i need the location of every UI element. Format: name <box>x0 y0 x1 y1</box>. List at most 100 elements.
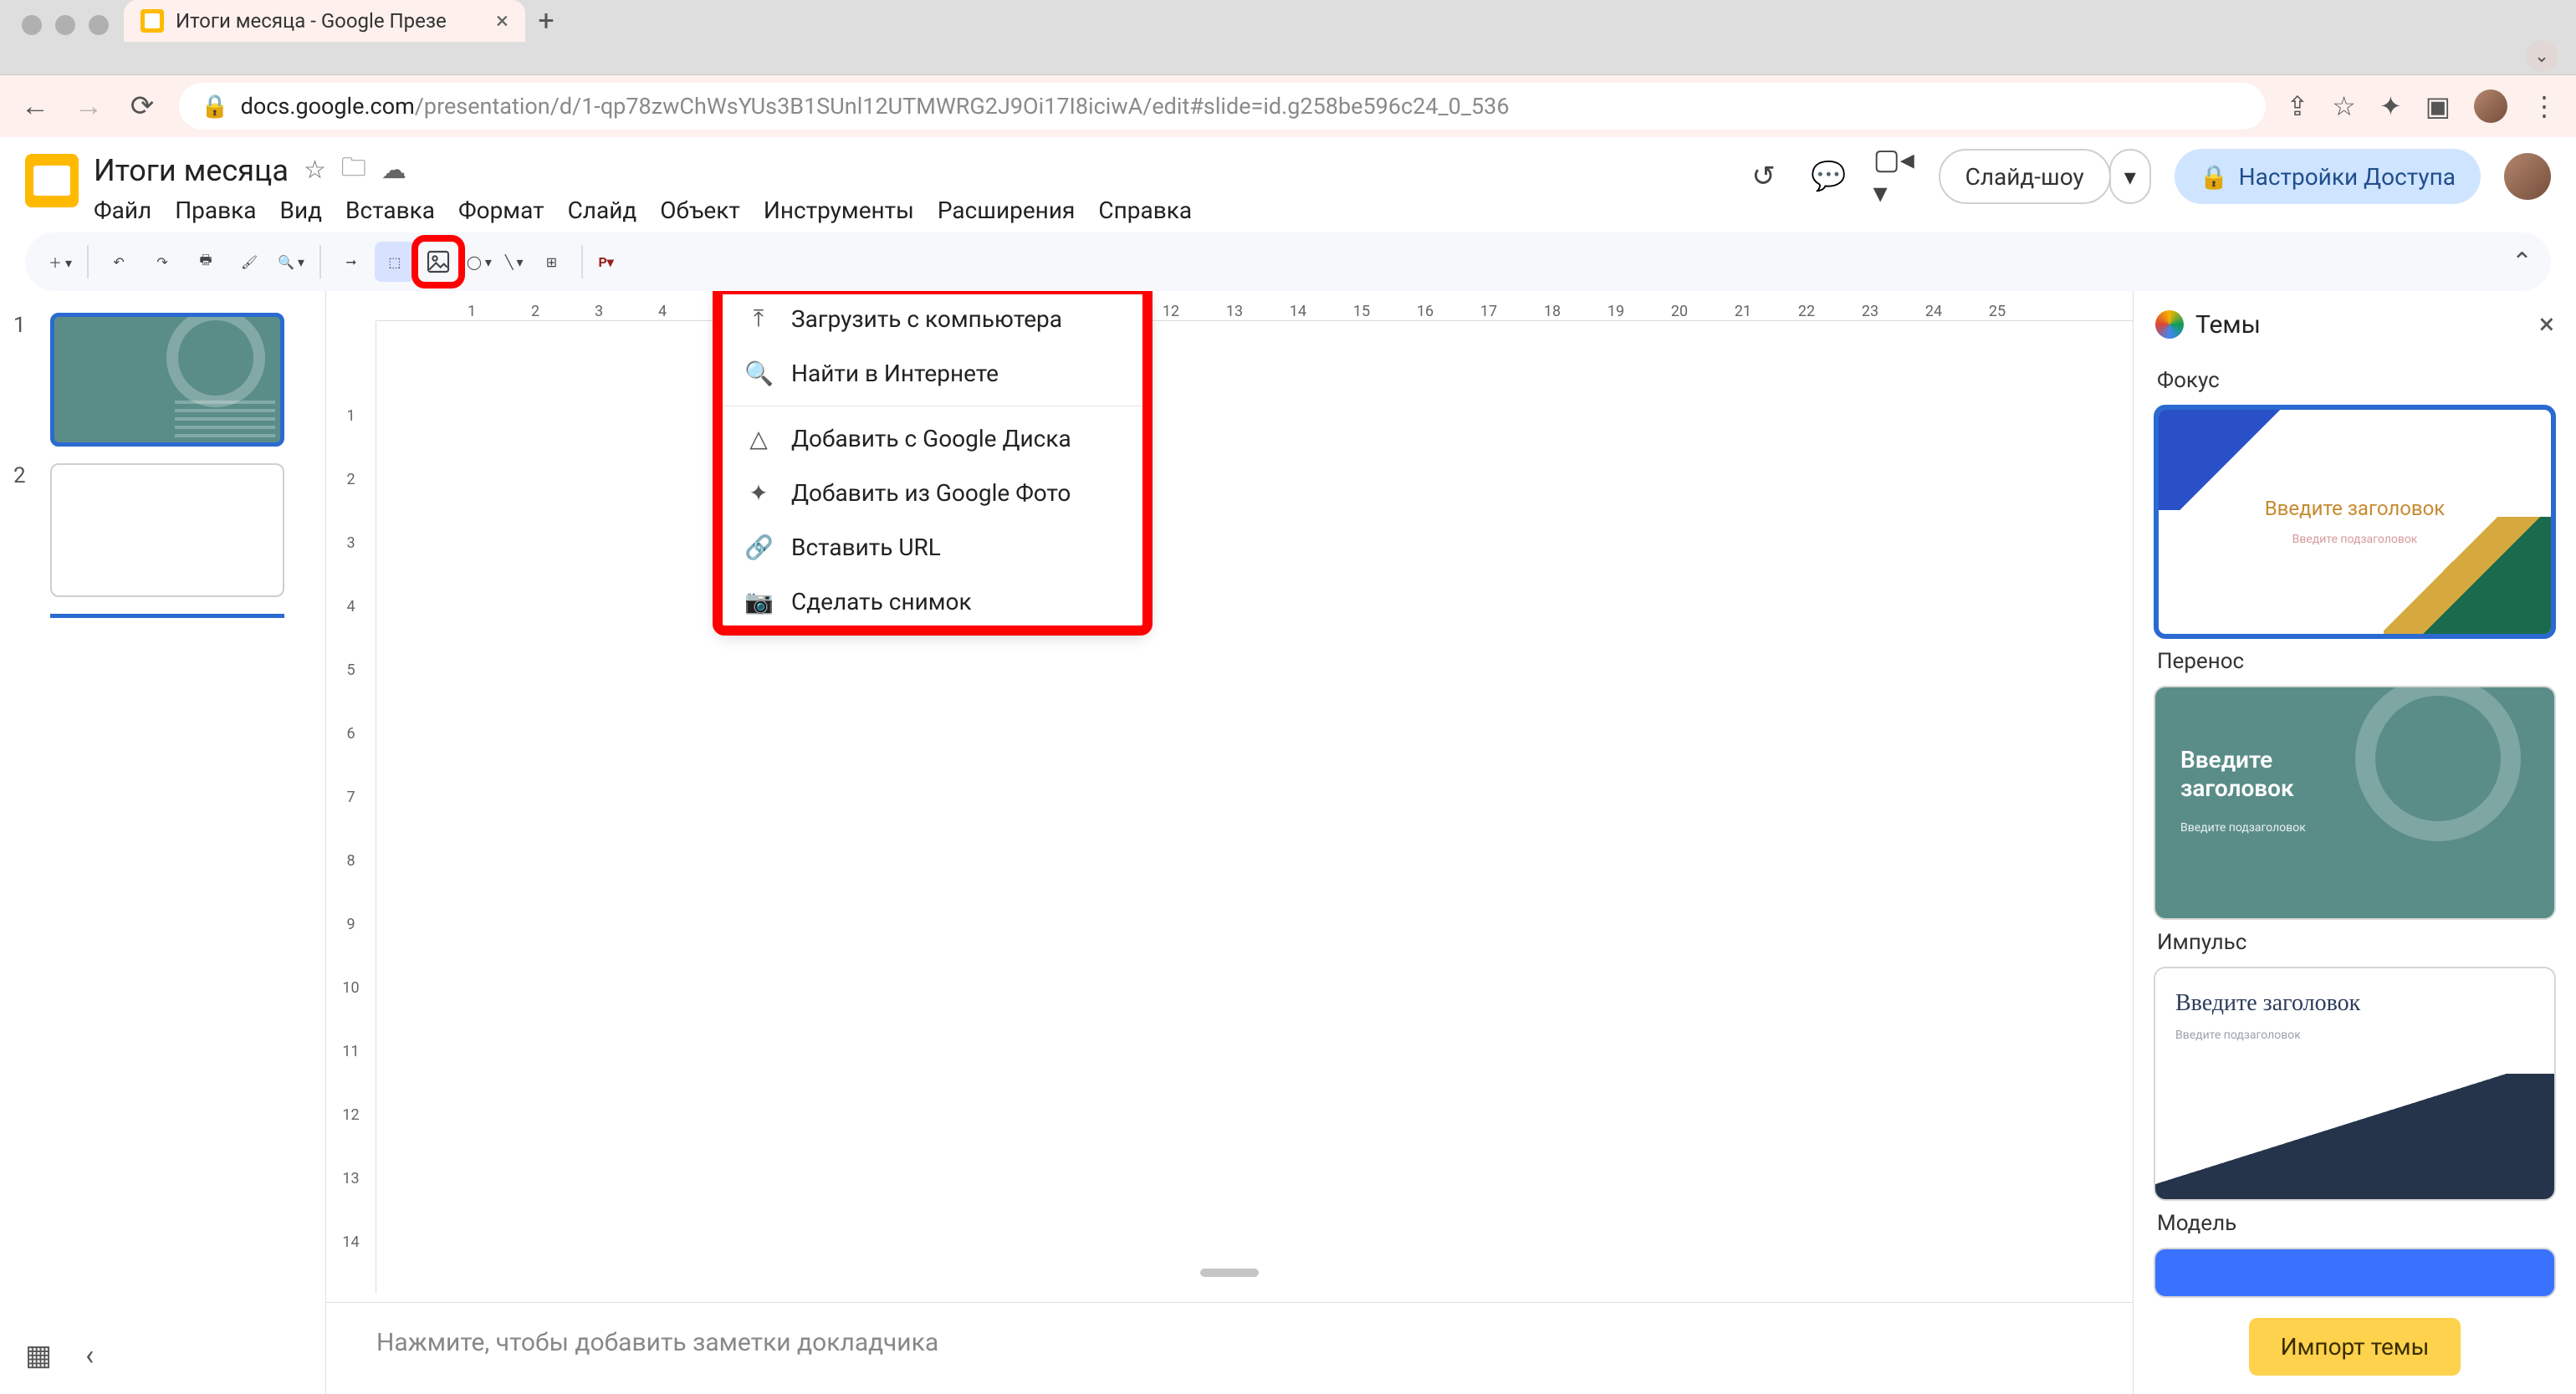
paint-format-button[interactable]: 🖌 <box>229 242 269 282</box>
shape-tool[interactable]: ◯ ▾ <box>462 242 497 282</box>
canvas[interactable]: 1234567891011121314151617181920212223242… <box>326 291 2133 1394</box>
dd-insert-url[interactable]: 🔗Вставить URL <box>719 520 1146 574</box>
themes-title: Темы <box>2195 310 2527 340</box>
themes-header: Темы × <box>2134 291 2576 358</box>
explore-icon[interactable]: ▦ <box>25 1339 52 1372</box>
menu-format[interactable]: Формат <box>458 197 544 224</box>
dd-upload[interactable]: ⤒Загрузить с компьютера <box>719 291 1146 346</box>
address-bar: ← → ⟳ 🔒 docs.google.com/presentation/d/1… <box>0 75 2576 137</box>
traffic-lights[interactable] <box>17 0 124 35</box>
browser-tab[interactable]: Итоги месяца - Google Презе × <box>124 0 525 42</box>
back-button[interactable]: ← <box>18 89 52 123</box>
insert-image-dropdown: ⤒Загрузить с компьютера 🔍Найти в Интерне… <box>719 291 1146 629</box>
close-icon[interactable]: × <box>496 9 509 33</box>
zoom-button[interactable]: 🔍 ▾ <box>273 242 309 282</box>
thumb-number: 2 <box>13 463 38 488</box>
tab-title: Итоги месяца - Google Презе <box>176 9 447 33</box>
thumb-number: 1 <box>13 313 38 338</box>
move-folder-icon[interactable]: 🗀 <box>341 149 366 191</box>
dd-google-photos[interactable]: ✦Добавить из Google Фото <box>719 466 1146 520</box>
theme-card-perenos[interactable]: Введите заголовок Введите подзаголовок <box>2154 686 2556 920</box>
meet-icon[interactable]: ▢◂ ▾ <box>1873 156 1915 197</box>
drive-icon: △ <box>744 425 773 452</box>
palette-icon <box>2155 310 2184 339</box>
notes-resize-handle[interactable] <box>1200 1269 1259 1277</box>
menu-edit[interactable]: Правка <box>175 197 256 224</box>
themes-list[interactable]: Фокус Введите заголовок Введите подзагол… <box>2134 358 2576 1300</box>
slideshow-button[interactable]: Слайд-шоу <box>1939 149 2111 204</box>
filmstrip[interactable]: 1 2 <box>0 291 326 1394</box>
collapse-toolbar-icon[interactable]: ⌃ <box>2512 248 2533 277</box>
comments-icon[interactable]: 💬 <box>1808 156 1850 197</box>
insertion-cursor <box>50 614 284 618</box>
cloud-status-icon[interactable]: ☁ <box>381 156 406 185</box>
select-tool[interactable]: ⭢ <box>331 242 371 282</box>
undo-button[interactable]: ↶ <box>99 242 139 282</box>
tabs-overflow-button[interactable]: ⌄ <box>2526 40 2558 72</box>
horizontal-ruler: 1234567891011121314151617181920212223242… <box>376 291 2133 321</box>
titlebar: Итоги месяца ☆ 🗀 ☁ Файл Правка Вид Встав… <box>0 137 2576 224</box>
slide-surface[interactable] <box>435 358 1999 1236</box>
transition-button[interactable]: P▾ <box>593 242 618 282</box>
menu-file[interactable]: Файл <box>94 197 151 224</box>
menu-tools[interactable]: Инструменты <box>764 197 914 224</box>
url-host: docs.google.com <box>241 93 415 120</box>
addr-actions: ⇪ ☆ ✦ ▣ ⋮ <box>2286 89 2558 123</box>
slides-favicon-icon <box>141 9 164 33</box>
dd-camera[interactable]: 📷Сделать снимок <box>719 574 1146 629</box>
vertical-ruler: 1234567891011121314 <box>326 321 376 1294</box>
sidepanel-icon[interactable]: ▣ <box>2425 90 2451 122</box>
insert-image-button[interactable] <box>418 242 458 282</box>
import-row: Импорт темы <box>2134 1300 2576 1394</box>
import-theme-button[interactable]: Импорт темы <box>2249 1318 2461 1376</box>
star-icon[interactable]: ☆ <box>2332 90 2356 122</box>
lock-icon: 🔒 <box>2200 163 2229 191</box>
reload-button[interactable]: ⟳ <box>125 89 159 123</box>
print-button[interactable]: 🖶 <box>186 242 226 282</box>
slide-thumbnail-2[interactable] <box>50 463 284 597</box>
camera-icon: 📷 <box>744 588 773 615</box>
slides-logo-icon[interactable] <box>25 154 79 207</box>
profile-avatar[interactable] <box>2474 89 2507 123</box>
line-tool[interactable]: ╲ ▾ <box>500 242 529 282</box>
upload-icon: ⤒ <box>744 304 773 333</box>
dd-search-web[interactable]: 🔍Найти в Интернете <box>719 346 1146 401</box>
close-icon[interactable]: × <box>2539 308 2554 341</box>
chevron-left-icon[interactable]: ‹ <box>85 1339 94 1372</box>
menu-extensions[interactable]: Расширения <box>938 197 1075 224</box>
slide-thumbnail-1[interactable] <box>50 313 284 447</box>
account-avatar[interactable] <box>2504 153 2551 200</box>
menu-slide[interactable]: Слайд <box>568 197 637 224</box>
new-slide-button[interactable]: ＋ ▾ <box>43 242 77 282</box>
link-icon: 🔗 <box>744 534 773 561</box>
comment-button[interactable]: ⊞ <box>531 242 571 282</box>
redo-button[interactable]: ↷ <box>142 242 182 282</box>
forward-button[interactable]: → <box>72 89 105 123</box>
history-icon[interactable]: ↺ <box>1743 156 1785 197</box>
menu-insert[interactable]: Вставка <box>345 197 435 224</box>
share-button[interactable]: 🔒Настройки Доступа <box>2175 149 2481 204</box>
thumb-row[interactable]: 1 <box>13 313 312 447</box>
bottom-left-tools: ▦ ‹ <box>25 1339 94 1372</box>
url-field[interactable]: 🔒 docs.google.com/presentation/d/1-qp78z… <box>179 83 2266 130</box>
speaker-notes[interactable]: Нажмите, чтобы добавить заметки докладчи… <box>326 1302 2133 1394</box>
dd-google-drive[interactable]: △Добавить с Google Диска <box>719 411 1146 466</box>
theme-card-model[interactable] <box>2154 1248 2556 1298</box>
thumb-row[interactable]: 2 <box>13 463 312 597</box>
extensions-icon[interactable]: ✦ <box>2379 90 2402 122</box>
theme-card-focus[interactable]: Введите заголовок Введите подзаголовок <box>2154 405 2556 639</box>
theme-label-focus: Фокус <box>2157 368 2556 393</box>
menu-object[interactable]: Объект <box>660 197 740 224</box>
search-icon: 🔍 <box>744 360 773 387</box>
share-icon[interactable]: ⇪ <box>2286 90 2308 122</box>
notes-placeholder: Нажмите, чтобы добавить заметки докладчи… <box>376 1328 938 1357</box>
doc-title[interactable]: Итоги месяца <box>94 153 289 188</box>
slideshow-dropdown[interactable]: ▾ <box>2109 149 2151 204</box>
star-outline-icon[interactable]: ☆ <box>304 156 326 185</box>
kebab-icon[interactable]: ⋮ <box>2531 90 2558 122</box>
new-tab-button[interactable]: + <box>525 0 567 42</box>
menu-help[interactable]: Справка <box>1098 197 1192 224</box>
textbox-tool[interactable]: ⬚ <box>375 242 415 282</box>
theme-card-impulse[interactable]: Введите заголовок Введите подзаголовок <box>2154 967 2556 1201</box>
menu-view[interactable]: Вид <box>280 197 323 224</box>
